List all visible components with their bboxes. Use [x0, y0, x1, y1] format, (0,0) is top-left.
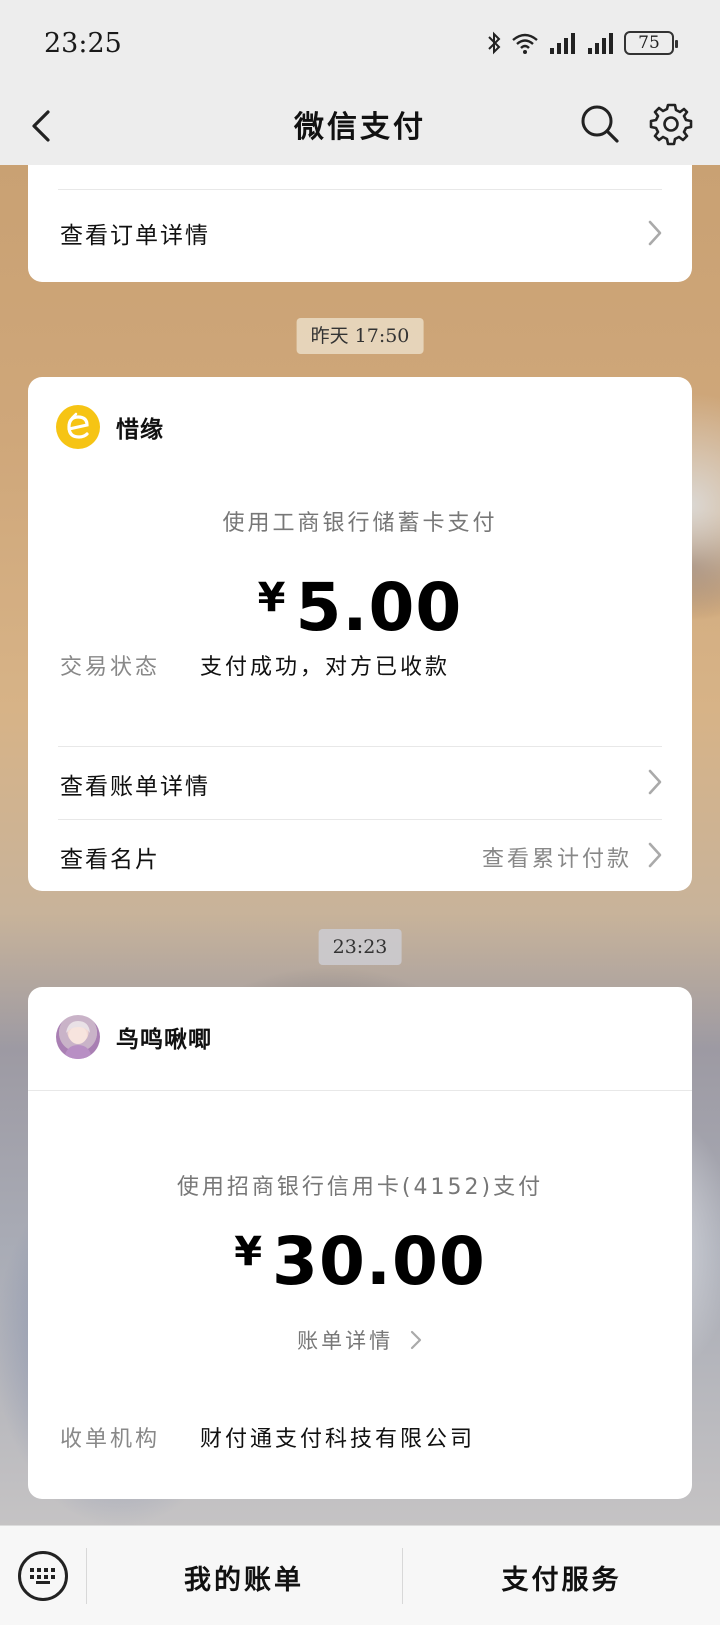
merchant-name: 惜缘: [116, 417, 164, 443]
bill-detail-link[interactable]: 账单详情: [28, 1325, 692, 1355]
payment-card: 惜缘 使用工商银行储蓄卡支付 ¥5.00 交易状态 支付成功，对方已收款 查看账…: [28, 377, 692, 891]
amount-value: 30.00: [272, 1223, 486, 1300]
status-bar: 23:25 75: [0, 0, 720, 90]
chevron-right-icon: [410, 1330, 421, 1350]
payment-card-previous: 查看订单详情: [28, 165, 692, 282]
view-bill-label: 查看账单详情: [60, 774, 210, 800]
payment-amount: ¥5.00: [28, 569, 692, 646]
pay-service-button[interactable]: 支付服务: [403, 1558, 720, 1597]
bottom-bar: 我的账单 支付服务: [0, 1525, 720, 1625]
avatar: [56, 1015, 100, 1059]
status-value: 支付成功，对方已收款: [200, 655, 451, 680]
merchant-header[interactable]: 惜缘: [56, 405, 164, 449]
payment-amount: ¥30.00: [28, 1223, 692, 1300]
view-card-label: 查看名片: [60, 847, 160, 873]
view-bill-row[interactable]: 查看账单详情: [28, 747, 692, 819]
chevron-right-icon: [648, 220, 662, 246]
merchant-name: 鸟鸣啾唧: [116, 1027, 212, 1053]
view-total-link[interactable]: 查看累计付款: [482, 841, 632, 873]
gear-icon[interactable]: [648, 101, 694, 147]
timestamp: 昨天 17:50: [296, 318, 424, 354]
acquirer-label: 收单机构: [60, 1427, 161, 1452]
bill-detail-label: 账单详情: [297, 1329, 394, 1353]
signal-icon: [588, 33, 613, 54]
view-order-label: 查看订单详情: [60, 223, 210, 249]
status-time: 23:25: [44, 28, 122, 59]
payment-method: 使用招商银行信用卡(4152)支付: [176, 1175, 544, 1200]
payment-method: 使用工商银行储蓄卡支付: [222, 511, 498, 536]
amount-value: 5.00: [295, 569, 463, 646]
my-bill-button[interactable]: 我的账单: [86, 1558, 402, 1597]
battery-indicator: 75: [624, 31, 678, 55]
bluetooth-icon: [488, 31, 501, 55]
status-icons: 75: [486, 30, 678, 56]
merchant-header[interactable]: 鸟鸣啾唧: [56, 1015, 212, 1059]
merchant-logo: [56, 405, 100, 449]
chevron-right-icon: [648, 769, 662, 795]
currency-symbol: ¥: [234, 1229, 263, 1275]
avatar-image: [64, 1021, 92, 1059]
view-order-row[interactable]: 查看订单详情: [28, 190, 692, 282]
chevron-right-icon: [648, 842, 662, 868]
acquirer-value: 财付通支付科技有限公司: [200, 1427, 476, 1452]
divider: [28, 1090, 692, 1091]
keyboard-icon[interactable]: [18, 1551, 68, 1601]
currency-symbol: ¥: [257, 575, 286, 621]
merchant-logo-icon: [67, 412, 89, 439]
timestamp: 23:23: [318, 929, 402, 965]
keyboard-glyph: [30, 1568, 55, 1584]
search-icon[interactable]: [578, 102, 622, 146]
payment-card: 鸟鸣啾唧 使用招商银行信用卡(4152)支付 ¥30.00 账单详情 收单机构 …: [28, 987, 692, 1499]
status-label: 交易状态: [60, 655, 161, 680]
view-card-row[interactable]: 查看名片 查看累计付款: [28, 820, 692, 891]
wifi-icon: [512, 33, 538, 54]
signal-icon: [550, 33, 575, 54]
nav-bar: 微信支付: [0, 90, 720, 165]
